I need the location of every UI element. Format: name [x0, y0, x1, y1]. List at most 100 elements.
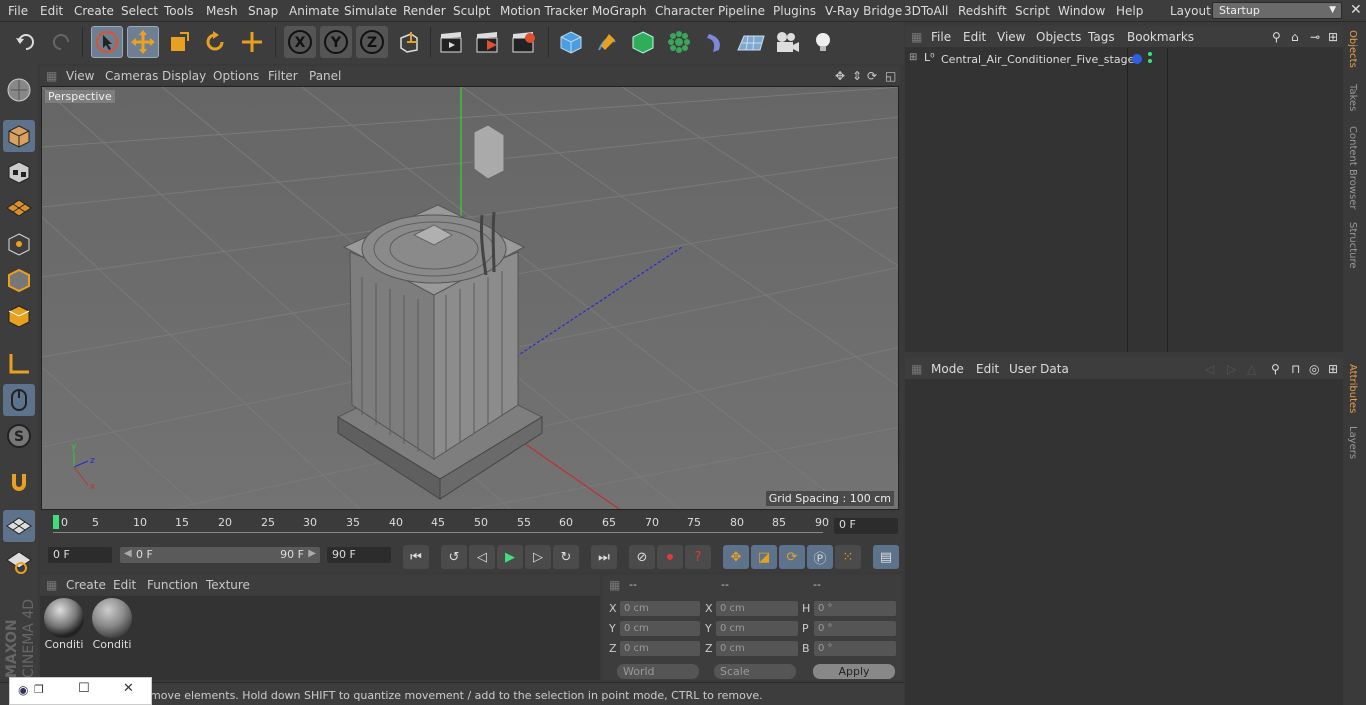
scale-button[interactable]: [163, 26, 195, 58]
material-item[interactable]: Conditi: [90, 598, 134, 656]
render-view-button[interactable]: [436, 26, 468, 58]
planar-workplane-button[interactable]: [3, 546, 35, 578]
tab-attributes[interactable]: Attributes: [1347, 364, 1358, 413]
play-button[interactable]: ▶: [497, 545, 523, 569]
camera-button[interactable]: [771, 26, 803, 58]
menu-edit[interactable]: Edit: [40, 4, 63, 18]
menu-plugins[interactable]: Plugins: [773, 4, 816, 18]
close-icon[interactable]: ✕: [1350, 2, 1362, 18]
attr-menu-edit[interactable]: Edit: [976, 362, 999, 376]
menu-script[interactable]: Script: [1015, 4, 1050, 18]
menu-vray-bridge[interactable]: V-Ray Bridge: [825, 4, 902, 18]
attr-menu-mode[interactable]: Mode: [931, 362, 964, 376]
edges-mode-button[interactable]: [3, 264, 35, 296]
current-frame-field[interactable]: 0 F: [834, 518, 898, 534]
menu-motion-tracker[interactable]: Motion Tracker: [500, 4, 588, 18]
home-icon[interactable]: ⌂: [1291, 30, 1299, 44]
render-picture-viewer-button[interactable]: [472, 26, 504, 58]
cube-button[interactable]: [555, 26, 587, 58]
key-parameter-button[interactable]: Ⓟ: [807, 545, 833, 569]
lock-icon[interactable]: ⊓: [1291, 362, 1300, 376]
vp-menu-filter[interactable]: Filter: [268, 69, 298, 83]
previous-frame-button[interactable]: ◁: [469, 545, 495, 569]
render-settings-button[interactable]: [508, 26, 540, 58]
obj-menu-objects[interactable]: Objects: [1036, 30, 1081, 44]
material-item[interactable]: Conditi: [42, 598, 86, 656]
mat-menu-create[interactable]: Create: [66, 578, 106, 592]
tab-layers[interactable]: Layers: [1347, 426, 1358, 459]
object-row[interactable]: ⊞ L⁰ Central_Air_Conditioner_Five_stage: [905, 50, 1343, 68]
keyframe-selection-button[interactable]: ?: [685, 545, 711, 569]
light-button[interactable]: [807, 26, 839, 58]
vp-menu-display[interactable]: Display: [162, 69, 206, 83]
size-z-field[interactable]: 0 cm: [716, 641, 798, 656]
timeline-ruler[interactable]: 0 5 10 15 20 25 30 35 40 45 50 55 60 65 …: [40, 512, 902, 542]
obj-menu-tags[interactable]: Tags: [1088, 30, 1115, 44]
layout-dropdown[interactable]: Startup ▼: [1212, 2, 1342, 19]
cloner-button[interactable]: [663, 26, 695, 58]
vp-menu-cameras[interactable]: Cameras: [105, 69, 158, 83]
tab-takes[interactable]: Takes: [1347, 84, 1358, 111]
pan-icon[interactable]: ✥: [835, 69, 845, 83]
vp-menu-options[interactable]: Options: [213, 69, 259, 83]
menu-snap[interactable]: Snap: [248, 4, 278, 18]
go-to-start-button[interactable]: ⏮: [403, 545, 429, 569]
live-selection-button[interactable]: [91, 26, 123, 58]
tab-objects[interactable]: Objects: [1347, 30, 1358, 68]
next-frame-button[interactable]: ▷: [525, 545, 551, 569]
model-mode-button[interactable]: [3, 120, 35, 152]
dolly-icon[interactable]: ⇕: [852, 69, 862, 83]
tab-structure[interactable]: Structure: [1347, 222, 1358, 269]
workplane-mode-button[interactable]: [3, 192, 35, 224]
new-panel-icon[interactable]: ⊞: [1328, 362, 1338, 376]
obj-menu-view[interactable]: View: [997, 30, 1025, 44]
up-arrow-icon[interactable]: △: [1247, 362, 1256, 376]
maximize-icon[interactable]: ◱: [885, 69, 896, 83]
layer-color-dot[interactable]: [1132, 54, 1142, 64]
position-x-field[interactable]: 0 cm: [620, 601, 700, 616]
menu-mograph[interactable]: MoGraph: [592, 4, 647, 18]
y-axis-button[interactable]: Y: [320, 26, 352, 58]
obj-menu-edit[interactable]: Edit: [963, 30, 986, 44]
lock-workplane-button[interactable]: [3, 510, 35, 542]
record-keys-button[interactable]: ⊘: [629, 545, 655, 569]
obj-menu-bookmarks[interactable]: Bookmarks: [1127, 30, 1194, 44]
size-mode-dropdown[interactable]: Scale: [714, 664, 796, 679]
menu-3dtoall[interactable]: 3DToAll: [904, 4, 948, 18]
menu-character[interactable]: Character: [655, 4, 714, 18]
next-key-button[interactable]: ↻: [553, 545, 579, 569]
menu-redshift[interactable]: Redshift: [958, 4, 1007, 18]
rotation-b-field[interactable]: 0 °: [814, 641, 896, 656]
key-position-button[interactable]: ✥: [723, 545, 749, 569]
timeline-window-button[interactable]: ▤: [873, 545, 899, 569]
start-frame-field[interactable]: 0 F: [48, 547, 112, 563]
polygons-mode-button[interactable]: [3, 300, 35, 332]
vp-menu-view[interactable]: View: [66, 69, 94, 83]
search-icon[interactable]: ⚲: [1272, 30, 1281, 44]
end-frame-field[interactable]: 90 F: [327, 547, 391, 563]
axis-mode-button[interactable]: [3, 348, 35, 380]
previous-key-button[interactable]: ↺: [441, 545, 467, 569]
tab-content-browser[interactable]: Content Browser: [1347, 126, 1358, 209]
menu-tools[interactable]: Tools: [164, 4, 194, 18]
vp-menu-panel[interactable]: Panel: [309, 69, 341, 83]
minimized-window-tab[interactable]: ◉ ❐ ☐ ✕: [9, 677, 152, 705]
forward-arrow-icon[interactable]: ▷: [1227, 362, 1236, 376]
menu-file[interactable]: File: [8, 4, 28, 18]
snapping-button[interactable]: [3, 466, 35, 498]
menu-animate[interactable]: Animate: [289, 4, 339, 18]
floor-button[interactable]: [735, 26, 767, 58]
points-mode-button[interactable]: [3, 228, 35, 260]
position-z-field[interactable]: 0 cm: [620, 641, 700, 656]
pen-spline-button[interactable]: [591, 26, 623, 58]
search-icon[interactable]: ⚲: [1271, 362, 1280, 376]
key-rotation-button[interactable]: ⟳: [779, 545, 805, 569]
go-to-end-button[interactable]: ⏭: [591, 545, 617, 569]
object-name[interactable]: Central_Air_Conditioner_Five_stage: [941, 53, 1134, 66]
restore-icon[interactable]: ❐: [34, 683, 44, 696]
orbit-icon[interactable]: ⟳: [867, 69, 877, 83]
transform-button[interactable]: [236, 26, 268, 58]
perspective-viewport[interactable]: y z x Perspective Grid Spacing : 100 cm: [41, 86, 899, 510]
rotate-button[interactable]: [199, 26, 231, 58]
menu-pipeline[interactable]: Pipeline: [718, 4, 765, 18]
